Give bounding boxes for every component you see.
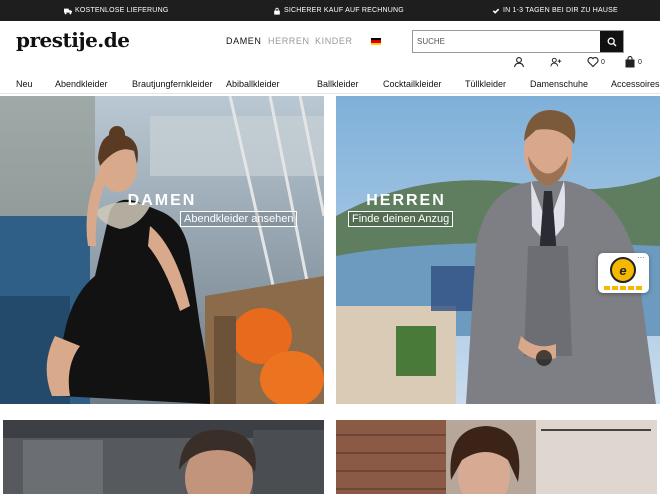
- man-portrait-photo: [3, 420, 324, 494]
- usp-secure-purchase: SICHERER KAUF AUF RECHNUNG: [273, 0, 404, 21]
- rating-stars-icon: [604, 286, 643, 290]
- banner-bottom-right[interactable]: [336, 420, 657, 494]
- site-header: prestije.de DAMEN HERREN KINDER 0 0: [0, 21, 660, 76]
- usp-free-delivery: KOSTENLOSE LIEFERUNG: [64, 0, 168, 21]
- banner-damen-title: DAMEN: [127, 192, 197, 209]
- man-grey-suit-photo: [336, 96, 660, 404]
- heart-icon: [587, 57, 599, 68]
- shopping-bag-icon: [625, 56, 635, 68]
- search-bar: [412, 30, 624, 53]
- banner-damen[interactable]: DAMEN Abendkleider ansehen: [0, 96, 324, 404]
- more-options-icon[interactable]: ···: [637, 253, 645, 262]
- check-icon: [492, 8, 500, 14]
- nav-item-ballkleider[interactable]: Ballkleider: [317, 79, 359, 89]
- user-plus-icon: [550, 57, 562, 67]
- nav-item-damenschuhe[interactable]: Damenschuhe: [530, 79, 588, 89]
- banner-herren[interactable]: HERREN Finde deinen Anzug: [336, 96, 660, 404]
- gender-tab-herren[interactable]: HERREN: [268, 36, 310, 46]
- banner-herren-title: HERREN: [366, 192, 446, 209]
- trusted-shops-badge[interactable]: e ···: [598, 253, 649, 293]
- nav-item-tuellkleider[interactable]: Tüllkleider: [465, 79, 506, 89]
- nav-item-neu[interactable]: Neu: [16, 79, 33, 89]
- wishlist-count: 0: [601, 58, 605, 66]
- category-nav: Neu Abendkleider Brautjungfernkleider Ab…: [0, 76, 660, 94]
- cart-button[interactable]: 0: [624, 56, 642, 68]
- search-icon: [607, 37, 616, 46]
- gender-tab-damen[interactable]: DAMEN: [226, 36, 262, 46]
- search-button[interactable]: [600, 31, 623, 52]
- banner-herren-button[interactable]: Finde deinen Anzug: [348, 211, 454, 227]
- nav-item-accessoires[interactable]: Accessoires: [611, 79, 660, 89]
- user-icon: [513, 57, 525, 68]
- nav-item-abendkleider[interactable]: Abendkleider: [55, 79, 108, 89]
- site-logo[interactable]: prestije.de: [16, 28, 130, 52]
- german-flag-icon[interactable]: [371, 38, 381, 45]
- nav-item-brautjungfernkleider[interactable]: Brautjungfernkleider: [132, 79, 213, 89]
- search-input[interactable]: [413, 31, 600, 52]
- truck-icon: [64, 8, 72, 14]
- woman-portrait-photo: [336, 420, 657, 494]
- top-usp-bar: KOSTENLOSE LIEFERUNG SICHERER KAUF AUF R…: [0, 0, 660, 21]
- wishlist-button[interactable]: 0: [587, 56, 605, 68]
- woman-evening-dress-photo: [0, 96, 324, 404]
- nav-item-abiballkleider[interactable]: Abiballkleider: [226, 79, 280, 89]
- gender-tab-kinder[interactable]: KINDER: [315, 36, 353, 46]
- lock-icon: [274, 7, 280, 15]
- banner-damen-button[interactable]: Abendkleider ansehen: [180, 211, 298, 227]
- usp-delivery-time: IN 1-3 TAGEN BEI DIR ZU HAUSE: [492, 0, 618, 21]
- trust-seal-icon: e: [610, 257, 636, 283]
- account-button[interactable]: [513, 56, 525, 68]
- banner-bottom-left[interactable]: [3, 420, 324, 494]
- register-button[interactable]: [550, 56, 562, 68]
- nav-item-cocktailkleider[interactable]: Cocktailkleider: [383, 79, 442, 89]
- cart-count: 0: [638, 58, 642, 66]
